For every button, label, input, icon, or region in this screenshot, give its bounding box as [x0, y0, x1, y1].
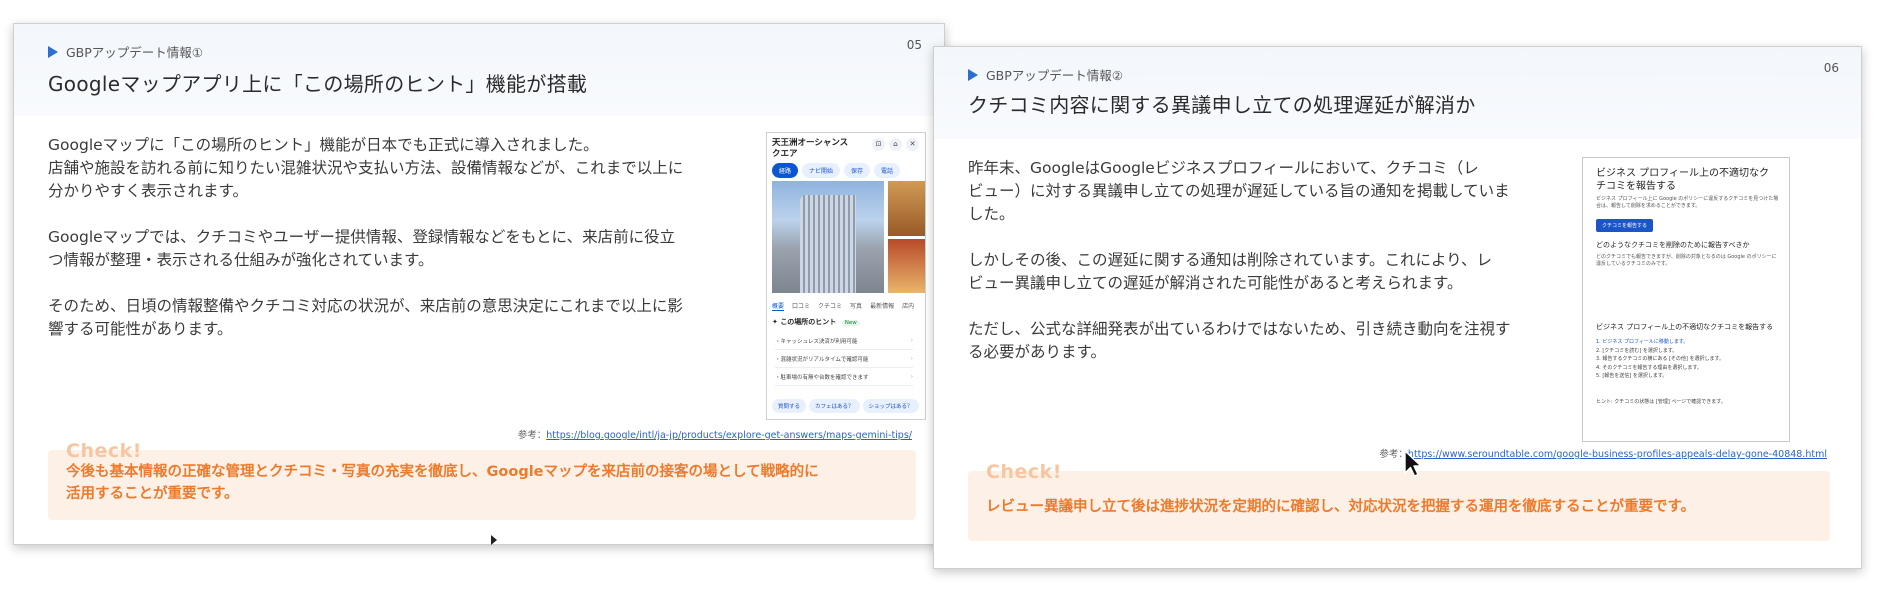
building-photo — [772, 181, 884, 293]
place-actions: ⊡ ⌂ ✕ — [872, 138, 919, 151]
paragraph: そのため、日頃の情報整備やクチコミ対応の状況が、来店前の意思決定にこれまで以上に… — [48, 297, 683, 338]
help-subheading: ビジネス プロフィール上の不適切なクチコミを報告する — [1596, 323, 1774, 331]
paragraph: ただし、公式な詳細発表が出ているわけではないため、引き続き動向を注視す る必要が… — [968, 320, 1511, 361]
help-step: 4. そのクチコミを報告する理由を選択します。 — [1596, 364, 1702, 371]
building-shape — [800, 195, 856, 293]
chevron-right-icon: › — [910, 355, 913, 362]
paragraph: Googleマップでは、クチコミやユーザー提供情報、登録情報などをもとに、来店前… — [48, 228, 676, 269]
hint-heading: ✦ この場所のヒント New — [772, 317, 860, 327]
section-tag-label: GBPアップデート情報② — [986, 68, 1124, 83]
hint-text: ・混雑状況がリアルタイムで確認可能 — [775, 356, 869, 363]
paragraph: Googleマップに「この場所のヒント」機能が日本でも正式に導入されました。 店… — [48, 136, 684, 200]
check-box: Check! レビュー異議申し立て後は進捗状況を定期的に確認し、対応状況を把握す… — [968, 461, 1830, 541]
suggestion-buttons: 質問する カフェはある？ ショップはある？ — [772, 399, 919, 413]
slide-header: GBPアップデート情報② 06 クチコミ内容に関する異議申し立ての処理遅延が解消… — [934, 47, 1861, 139]
slide-body: 昨年末、GoogleはGoogleビジネスプロフィールにおいて、クチコミ（レ ビ… — [968, 157, 1568, 387]
hint-list: ・キャッシュレス決済が利用可能 › ・混雑状況がリアルタイムで確認可能 › ・駐車場… — [775, 332, 913, 386]
help-steps: 1. ビジネス プロフィールに移動します。 2. [クチコミを読む] を選択しま… — [1596, 338, 1780, 381]
close-icon: ✕ — [906, 138, 919, 151]
reference: 参考：https://blog.google/intl/ja-jp/produc… — [518, 427, 912, 441]
suggestion-button: カフェはある？ — [809, 399, 860, 413]
sparkle-icon: ✦ — [772, 318, 778, 326]
hint-text: ・駐車場の有無や台数を確認できます — [775, 374, 869, 381]
play-triangle-icon — [48, 45, 58, 58]
tab: 口コミ — [792, 303, 811, 310]
reference-prefix: 参考： — [517, 430, 547, 441]
hint-item: ・駐車場の有無や台数を確認できます › — [775, 368, 913, 386]
tab: 概要 — [772, 303, 785, 311]
check-label: Check! — [66, 440, 142, 462]
slide-body: Googleマップに「この場所のヒント」機能が日本でも正式に導入されました。 店… — [48, 134, 748, 364]
place-name: 天王洲オーシャンスクエア — [772, 138, 849, 159]
tab: 最新情報 — [870, 303, 895, 310]
play-triangle-icon — [968, 68, 978, 81]
help-step: 1. ビジネス プロフィールに移動します。 — [1596, 339, 1689, 345]
reference-link[interactable]: https://www.seroundtable.com/google-busi… — [1408, 449, 1827, 460]
help-heading: ビジネス プロフィール上の不適切なクチコミを報告する — [1596, 168, 1769, 192]
help-article-screenshot: ビジネス プロフィール上の不適切なクチコミを報告する ビジネス プロフィール上に… — [1582, 157, 1790, 442]
slide-05[interactable]: GBPアップデート情報① 05 Googleマップアプリ上に「この場所のヒント」… — [13, 23, 945, 545]
maps-app-screenshot: 天王洲オーシャンスクエア ⊡ ⌂ ✕ 経路 ナビ開始 保存 電話 概要 口コミ … — [766, 132, 926, 420]
suggestion-button: 質問する — [772, 399, 807, 413]
page-number: 06 — [1823, 61, 1839, 75]
tab: クチコミ — [818, 303, 843, 310]
slide-title: クチコミ内容に関する異議申し立ての処理遅延が解消か — [968, 93, 1476, 117]
section-tag-label: GBPアップデート情報① — [66, 45, 204, 60]
chip: 電話 — [874, 163, 901, 178]
check-label: Check! — [986, 461, 1062, 483]
chevron-right-icon: › — [910, 373, 913, 380]
help-step: 2. [クチコミを読む] を選択します。 — [1596, 347, 1678, 354]
help-step: 3. 報告するクチコミの横にある [その他] を選択します。 — [1596, 356, 1724, 362]
hint-item: ・混雑状況がリアルタイムで確認可能 › — [775, 350, 913, 368]
help-hint: ヒント: クチコミの状態は [管理] ページで確認できます。 — [1596, 399, 1726, 405]
share-icon: ⊡ — [872, 138, 885, 151]
slide-title: Googleマップアプリ上に「この場所のヒント」機能が搭載 — [48, 72, 588, 96]
new-badge: New — [841, 320, 860, 326]
side-photo — [888, 239, 925, 293]
cursor-fragment-icon — [491, 535, 497, 545]
chip: 経路 — [772, 163, 799, 178]
hint-item: ・キャッシュレス決済が利用可能 › — [775, 332, 913, 350]
help-intro: ビジネス プロフィール上に Google のポリシーに違反するクチコミを見つけた… — [1596, 196, 1779, 209]
check-box: Check! 今後も基本情報の正確な管理とクチコミ・写真の充実を徹底し、Goog… — [48, 440, 916, 520]
help-body: どのクチコミでも報告できますが、削除の対象となるのは Google のポリシーに… — [1596, 254, 1777, 267]
reference-link[interactable]: https://blog.google/intl/ja-jp/products/… — [546, 430, 912, 441]
tab: 店内 — [902, 303, 915, 310]
tab: 写真 — [850, 303, 863, 310]
slide-06[interactable]: GBPアップデート情報② 06 クチコミ内容に関する異議申し立ての処理遅延が解消… — [933, 46, 1862, 569]
chevron-right-icon: › — [910, 337, 913, 344]
check-text: レビュー異議申し立て後は進捗状況を定期的に確認し、対応状況を把握する運用を徹底す… — [986, 499, 1696, 515]
paragraph: 昨年末、GoogleはGoogleビジネスプロフィールにおいて、クチコミ（レ ビ… — [968, 159, 1510, 223]
report-review-button: クチコミを報告する — [1596, 219, 1654, 232]
section-tag: GBPアップデート情報② — [968, 65, 1123, 84]
side-photo — [888, 181, 925, 236]
chip: ナビ開始 — [802, 163, 841, 178]
check-text: 今後も基本情報の正確な管理とクチコミ・写真の充実を徹底し、Googleマップを来… — [66, 464, 819, 502]
mouse-cursor-icon — [1404, 450, 1422, 477]
section-tag: GBPアップデート情報① — [48, 42, 203, 61]
action-chips: 経路 ナビ開始 保存 電話 — [772, 163, 901, 178]
help-step: 5. [報告を送信] を選択します。 — [1596, 373, 1668, 379]
place-tabs: 概要 口コミ クチコミ 写真 最新情報 店内 — [772, 301, 914, 311]
reference: 参考：https://www.seroundtable.com/google-b… — [1379, 446, 1827, 460]
paragraph: しかしその後、この遅延に関する通知は削除されています。これにより、レ ビュー異議… — [968, 251, 1493, 292]
suggestion-button: ショップはある？ — [862, 399, 919, 413]
hint-text: ・キャッシュレス決済が利用可能 — [775, 338, 858, 345]
page-number: 05 — [906, 38, 922, 52]
bookmark-icon: ⌂ — [889, 138, 902, 151]
slide-header: GBPアップデート情報① 05 Googleマップアプリ上に「この場所のヒント」… — [14, 24, 944, 116]
help-subheading: どのようなクチコミを削除のために報告すべきか — [1596, 241, 1750, 249]
chip: 保存 — [844, 163, 871, 178]
hint-heading-label: この場所のヒント — [780, 318, 837, 326]
